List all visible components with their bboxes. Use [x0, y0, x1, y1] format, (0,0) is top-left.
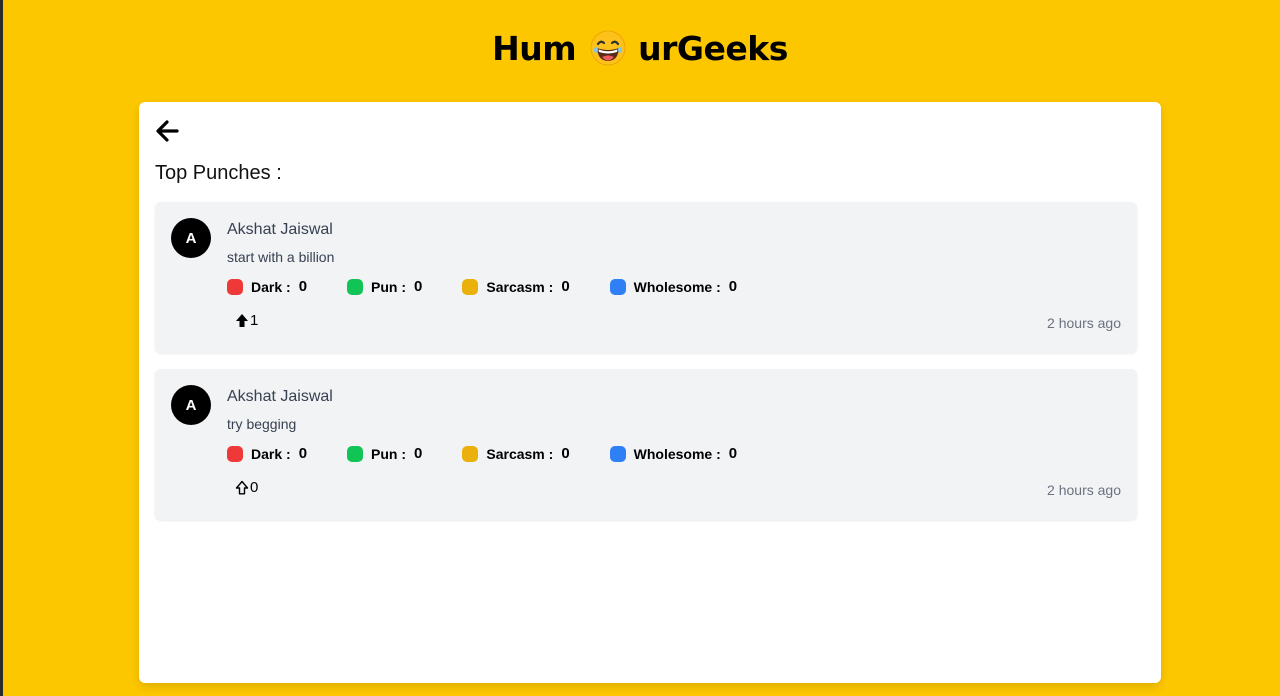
tag-count: 0 [561, 445, 570, 462]
post-card: A Akshat Jaiswal start with a billion Da… [155, 202, 1137, 353]
main-card: Top Punches : A Akshat Jaiswal start wit… [139, 102, 1161, 683]
laughing-face-icon [590, 30, 626, 66]
tag-dark[interactable]: Dark : 0 [227, 445, 307, 462]
tag-label: Wholesome : [633, 445, 721, 462]
post-text: start with a billion [227, 249, 335, 265]
tag-count: 0 [561, 278, 570, 295]
post-text: try begging [227, 416, 297, 432]
window-edge [0, 0, 3, 696]
upvote-outline-icon [235, 480, 249, 495]
tag-count: 0 [728, 278, 738, 295]
dark-dot-icon [227, 278, 243, 295]
tag-pun[interactable]: Pun : 0 [347, 445, 422, 462]
tag-wholesome[interactable]: Wholesome : 0 [609, 278, 738, 295]
tag-dark[interactable]: Dark : 0 [227, 278, 307, 295]
post-card: A Akshat Jaiswal try begging Dark : 0 Pu… [155, 369, 1137, 520]
upvote-count: 1 [250, 312, 259, 329]
sarcasm-dot-icon [462, 445, 479, 462]
tag-count: 0 [298, 445, 308, 462]
section-title: Top Punches : [155, 162, 282, 184]
app-logo[interactable]: Hum urGeeks [0, 26, 1280, 70]
sarcasm-dot-icon [462, 278, 479, 295]
wholesome-dot-icon [609, 278, 626, 295]
tag-label: Pun : [371, 278, 407, 295]
reaction-tags: Dark : 0 Pun : 0 Sarcasm : 0 Wholesome :… [227, 278, 777, 295]
post-author[interactable]: Akshat Jaiswal [227, 388, 333, 406]
dark-dot-icon [227, 445, 243, 462]
upvote-count: 0 [250, 479, 259, 496]
tag-label: Pun : [371, 445, 407, 462]
post-timestamp: 2 hours ago [1047, 482, 1121, 498]
tag-label: Dark : [251, 278, 291, 295]
tag-count: 0 [298, 278, 308, 295]
logo-text-left: Hum [492, 28, 577, 68]
upvote-filled-icon [236, 314, 248, 327]
upvote-button[interactable]: 1 [235, 312, 258, 329]
tag-pun[interactable]: Pun : 0 [347, 278, 422, 295]
tag-label: Sarcasm : [486, 278, 554, 295]
pun-dot-icon [347, 445, 364, 462]
tag-count: 0 [414, 445, 423, 462]
back-button[interactable] [155, 120, 179, 142]
avatar[interactable]: A [171, 218, 211, 258]
upvote-button[interactable]: 0 [235, 479, 258, 496]
arrow-left-icon [156, 120, 179, 142]
wholesome-dot-icon [609, 445, 626, 462]
tag-sarcasm[interactable]: Sarcasm : 0 [462, 278, 570, 295]
tag-count: 0 [414, 278, 423, 295]
logo-text-right: urGeeks [638, 28, 788, 68]
tag-label: Dark : [251, 445, 291, 462]
post-timestamp: 2 hours ago [1047, 315, 1121, 331]
tag-label: Wholesome : [633, 278, 721, 295]
tag-wholesome[interactable]: Wholesome : 0 [609, 445, 738, 462]
tag-sarcasm[interactable]: Sarcasm : 0 [462, 445, 570, 462]
tag-count: 0 [728, 445, 738, 462]
reaction-tags: Dark : 0 Pun : 0 Sarcasm : 0 Wholesome :… [227, 445, 777, 462]
avatar[interactable]: A [171, 385, 211, 425]
tag-label: Sarcasm : [486, 445, 554, 462]
post-author[interactable]: Akshat Jaiswal [227, 221, 333, 239]
pun-dot-icon [347, 278, 364, 295]
